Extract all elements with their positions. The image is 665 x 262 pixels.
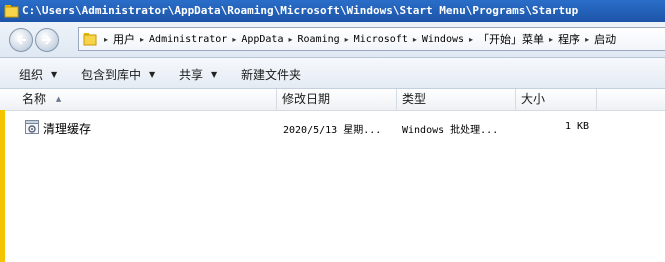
new-folder-label: 新建文件夹 [241,68,302,82]
organize-button[interactable]: 组织 ▼ [19,66,57,83]
column-type-label: 类型 [402,92,427,106]
breadcrumb: ▸ 用户 ▸ Administrator ▸ AppData ▸ Roaming… [103,28,616,50]
breadcrumb-item-users[interactable]: 用户 [113,31,135,47]
chevron-right-icon[interactable]: ▸ [232,35,236,44]
back-button[interactable] [9,28,33,52]
organize-label: 组织 [19,68,44,82]
chevron-right-icon[interactable]: ▸ [549,35,553,44]
share-button[interactable]: 共享 ▼ [179,66,217,83]
column-modified-label: 修改日期 [282,92,331,106]
command-toolbar: 组织 ▼ 包含到库中 ▼ 共享 ▼ 新建文件夹 [0,58,665,89]
file-row[interactable]: 清理缓存 2020/5/13 星期... Windows 批处理... 1 KB [0,117,665,139]
column-header-name[interactable]: 名称 ▲ [17,89,277,110]
breadcrumb-item-start-menu[interactable]: 「开始」菜单 [478,31,544,47]
batch-file-gear-icon [25,120,39,134]
chevron-right-icon[interactable]: ▸ [104,35,108,44]
forward-arrow-icon [42,35,52,45]
file-type: Windows 批处理... [402,125,499,136]
forward-button[interactable] [35,28,59,52]
breadcrumb-item-appdata[interactable]: AppData [241,34,283,45]
column-header-type[interactable]: 类型 [397,89,516,110]
navigation-bar: ▸ 用户 ▸ Administrator ▸ AppData ▸ Roaming… [0,22,665,58]
chevron-right-icon[interactable]: ▸ [585,35,589,44]
breadcrumb-item-microsoft[interactable]: Microsoft [354,34,408,45]
file-name[interactable]: 清理缓存 [43,120,91,137]
include-in-library-label: 包含到库中 [81,68,142,82]
breadcrumb-item-programs[interactable]: 程序 [558,31,580,47]
column-header-modified[interactable]: 修改日期 [277,89,397,110]
back-arrow-icon [16,35,26,45]
file-size: 1 KB [565,121,590,132]
column-size-label: 大小 [521,92,546,106]
folder-icon [83,33,97,46]
sort-ascending-icon: ▲ [55,95,62,103]
share-label: 共享 [179,68,204,82]
chevron-right-icon[interactable]: ▸ [469,35,473,44]
address-bar[interactable]: ▸ 用户 ▸ Administrator ▸ AppData ▸ Roaming… [78,27,665,51]
breadcrumb-item-startup[interactable]: 启动 [594,31,616,47]
column-header-size[interactable]: 大小 [516,89,597,110]
folder-icon [4,5,19,18]
include-in-library-button[interactable]: 包含到库中 ▼ [81,66,155,83]
chevron-right-icon[interactable]: ▸ [413,35,417,44]
file-modified: 2020/5/13 星期... [283,125,382,136]
breadcrumb-item-administrator[interactable]: Administrator [149,34,227,45]
column-headers: 名称 ▲ 修改日期 类型 大小 [0,89,665,111]
caret-down-icon: ▼ [149,70,156,79]
window-titlebar[interactable]: C:\Users\Administrator\AppData\Roaming\M… [0,0,665,22]
caret-down-icon: ▼ [51,70,58,79]
window-title: C:\Users\Administrator\AppData\Roaming\M… [22,4,579,17]
breadcrumb-item-windows[interactable]: Windows [422,34,464,45]
caret-down-icon: ▼ [211,70,218,79]
chevron-right-icon[interactable]: ▸ [345,35,349,44]
chevron-right-icon[interactable]: ▸ [140,35,144,44]
window-edge-strip [0,110,5,262]
chevron-right-icon[interactable]: ▸ [288,35,292,44]
breadcrumb-item-roaming[interactable]: Roaming [298,34,340,45]
column-name-label: 名称 [22,92,47,106]
new-folder-button[interactable]: 新建文件夹 [241,66,301,83]
